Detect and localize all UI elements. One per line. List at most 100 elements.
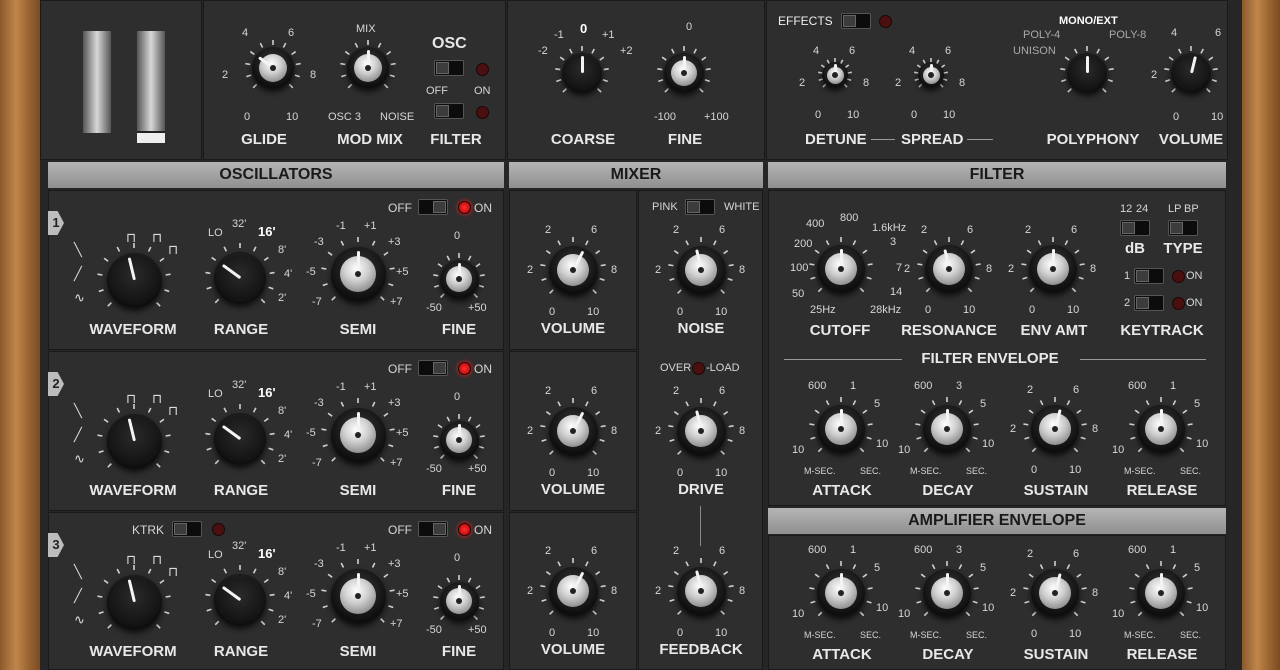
range-tick: 2'	[278, 453, 287, 465]
coarse-tick: +2	[620, 45, 633, 57]
noise-tick: 10	[715, 306, 728, 318]
drive-tick: 2	[673, 385, 680, 397]
filter-env-attack-knob[interactable]	[808, 396, 874, 462]
waveform-shape-icon: ⊓	[152, 552, 163, 567]
spread-knob[interactable]	[913, 57, 949, 93]
range-knob[interactable]	[204, 403, 276, 475]
pitch-wheel[interactable]	[83, 31, 111, 133]
filter-env-decay-tick: 600	[914, 380, 933, 392]
db-toggle[interactable]	[1120, 220, 1150, 236]
semi-tick: +1	[364, 220, 377, 232]
semi-knob[interactable]	[320, 236, 396, 312]
oscillator-enable-toggle[interactable]	[418, 199, 448, 215]
amp-env-release-knob[interactable]	[1128, 560, 1194, 626]
env-amt-tick: 8	[1090, 263, 1097, 275]
filter-env-sustain-tick: 10	[1069, 464, 1082, 476]
range-label: RANGE	[213, 482, 269, 499]
mixer-volume-tick: 0	[549, 306, 556, 318]
noise-knob[interactable]	[667, 236, 735, 304]
range-tick: 32'	[232, 379, 247, 391]
osc3-keytrack-toggle[interactable]	[172, 521, 202, 537]
waveform-label: WAVEFORM	[89, 482, 177, 499]
fine-knob[interactable]	[432, 413, 486, 467]
amp-env-decay-knob[interactable]	[914, 560, 980, 626]
waveform-shape-icon: ⊓	[168, 564, 179, 579]
amp-env-attack-knob[interactable]	[808, 560, 874, 626]
drive-over-label: OVER	[660, 362, 692, 374]
amp-env-attack-label: ATTACK	[812, 646, 872, 663]
feedback-knob[interactable]	[667, 557, 735, 625]
range-knob[interactable]	[204, 242, 276, 314]
mod-mix-left-label: OSC 3	[328, 111, 362, 123]
fine-knob[interactable]	[432, 574, 486, 628]
filter-env-release-tick: SEC.	[1180, 466, 1202, 476]
semi-label: SEMI	[339, 321, 377, 338]
osc-mod-toggle[interactable]	[434, 60, 464, 76]
effects-toggle[interactable]	[841, 13, 871, 29]
amp-env-release-tick: 600	[1128, 544, 1147, 556]
noise-color-toggle[interactable]	[685, 199, 715, 215]
detune-tick: 4	[813, 45, 820, 57]
cutoff-tick: 800	[840, 212, 859, 224]
keytrack-1-toggle[interactable]	[1134, 268, 1164, 284]
filter-env-release-tick: 5	[1194, 398, 1201, 410]
range-tick: 8'	[278, 566, 287, 578]
resonance-tick: 2	[921, 224, 928, 236]
fine-tune-knob[interactable]	[656, 45, 712, 101]
filter-mod-toggle[interactable]	[434, 103, 464, 119]
amp-env-sustain-knob[interactable]	[1022, 560, 1088, 626]
cutoff-knob[interactable]	[808, 236, 874, 302]
keytrack-2-toggle[interactable]	[1134, 295, 1164, 311]
amp-env-attack-tick: 10	[876, 602, 889, 614]
waveform-knob[interactable]	[96, 564, 172, 640]
filter-env-sustain-knob[interactable]	[1022, 396, 1088, 462]
fine-tune-tick: +100	[704, 111, 729, 123]
env-amt-knob[interactable]	[1020, 236, 1086, 302]
oscillator-enable-toggle[interactable]	[418, 360, 448, 376]
amp-env-decay-tick: 5	[980, 562, 987, 574]
osc1-volume-knob[interactable]	[539, 236, 607, 304]
feedback-link-line	[700, 506, 701, 546]
coarse-tick: -1	[554, 29, 564, 41]
mod-wheel[interactable]	[137, 31, 165, 143]
mod-mix-right-label: NOISE	[380, 111, 415, 123]
filter-env-release-knob[interactable]	[1128, 396, 1194, 462]
glide-knob[interactable]	[244, 39, 302, 97]
semi-knob[interactable]	[320, 558, 396, 634]
osc2-volume-knob[interactable]	[539, 397, 607, 465]
filter-env-decay-tick: M-SEC.	[910, 466, 942, 476]
detune-knob[interactable]	[817, 57, 853, 93]
waveform-shape-icon: ⊓	[152, 391, 163, 406]
polyphony-poly8-label: POLY-8	[1109, 29, 1147, 41]
amp-env-attack-tick: SEC.	[860, 630, 882, 640]
mixer-volume-tick: 0	[549, 467, 556, 479]
waveform-knob[interactable]	[96, 242, 172, 318]
cutoff-tick: 50	[792, 288, 805, 300]
osc-on-label: ON	[474, 85, 491, 97]
osc-label: OSC	[432, 35, 467, 52]
waveform-label: WAVEFORM	[89, 643, 177, 660]
fine-knob[interactable]	[432, 252, 486, 306]
semi-knob[interactable]	[320, 397, 396, 473]
polyphony-knob[interactable]	[1059, 45, 1115, 101]
amp-env-sustain-tick: 2	[1010, 587, 1017, 599]
coarse-knob[interactable]	[554, 45, 610, 101]
oscillator-enable-toggle[interactable]	[418, 521, 448, 537]
mod-mix-label: MOD MIX	[337, 131, 403, 148]
waveform-knob[interactable]	[96, 403, 172, 479]
db-12-label: 12	[1120, 203, 1133, 215]
filter-env-decay-knob[interactable]	[914, 396, 980, 462]
osc3-volume-knob[interactable]	[539, 557, 607, 625]
master-volume-knob[interactable]	[1163, 45, 1219, 101]
noise-tick: 0	[677, 306, 684, 318]
resonance-knob[interactable]	[916, 236, 982, 302]
drive-knob[interactable]	[667, 397, 735, 465]
fine-tune-tick: -100	[654, 111, 677, 123]
feedback-tick: 2	[673, 545, 680, 557]
range-knob[interactable]	[204, 564, 276, 636]
detune-tick: 8	[863, 77, 870, 89]
range-label: RANGE	[213, 643, 269, 660]
filter-type-toggle[interactable]	[1168, 220, 1198, 236]
keytrack-2-on-label: ON	[1186, 297, 1203, 309]
mod-mix-knob[interactable]	[339, 39, 397, 97]
